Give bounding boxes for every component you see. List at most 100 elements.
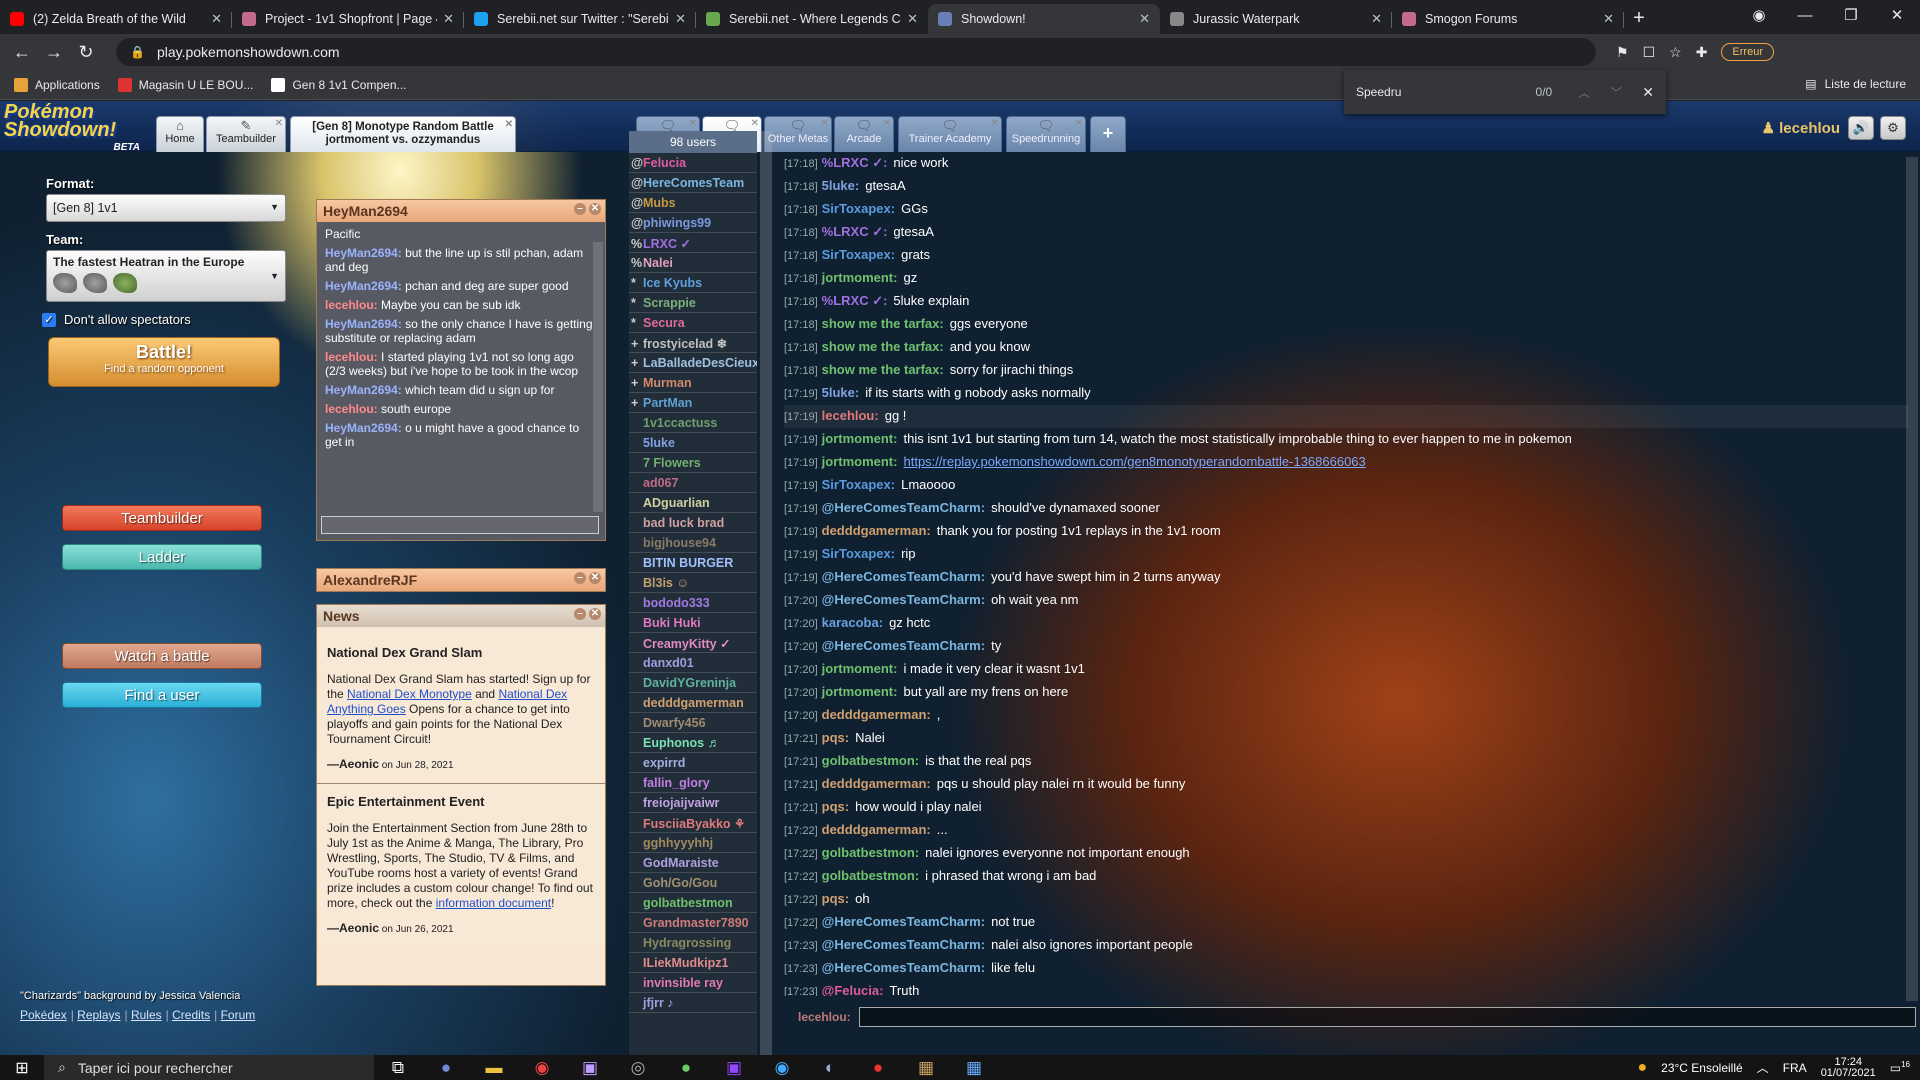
user-list-item[interactable]: CreamyKitty ✓	[629, 633, 757, 653]
pm-input[interactable]	[321, 516, 599, 534]
pm-header[interactable]: AlexandreRJF – ✕	[317, 569, 605, 591]
add-room-button[interactable]: +	[1090, 116, 1126, 152]
user-list-item[interactable]: BITIN BURGER	[629, 553, 757, 573]
chat-sender[interactable]: @HereComesTeamCharm:	[822, 960, 985, 975]
address-bar[interactable]: 🔒 play.pokemonshowdown.com	[116, 38, 1596, 66]
user-list-item[interactable]: invinsible ray	[629, 973, 757, 993]
news-header[interactable]: News – ✕	[317, 605, 605, 627]
star-icon[interactable]: ☆	[1669, 44, 1682, 61]
restore-icon[interactable]: ❐	[1828, 0, 1874, 32]
browser-tab[interactable]: Serebii.net - Where Legends Co ✕	[696, 4, 928, 34]
minimize-icon[interactable]: –	[574, 203, 586, 215]
minimize-icon[interactable]: –	[574, 572, 586, 584]
user-list-item[interactable]: ADguarlian	[629, 493, 757, 513]
chat-sender[interactable]: SirToxapex:	[822, 546, 895, 561]
user-list-item[interactable]: + PartMan	[629, 393, 757, 413]
browser-tab[interactable]: Project - 1v1 Shopfront | Page 4 ✕	[232, 4, 464, 34]
file-explorer-icon[interactable]: ▬	[470, 1058, 518, 1078]
teambuilder-button[interactable]: Teambuilder	[62, 505, 262, 531]
tab-home[interactable]: ⌂ Home	[156, 116, 204, 152]
no-spectators-checkbox[interactable]: ✓ Don't allow spectators	[42, 312, 282, 327]
find-close-icon[interactable]: ✕	[1642, 84, 1654, 101]
puzzle-icon[interactable]: ✚	[1696, 44, 1708, 61]
user-list-item[interactable]: * Scrappie	[629, 293, 757, 313]
user-list-item[interactable]: Grandmaster7890	[629, 913, 757, 933]
chat-sender[interactable]: SirToxapex:	[822, 247, 895, 262]
browser-tab[interactable]: Showdown! ✕	[928, 4, 1160, 34]
close-icon[interactable]: ✕	[907, 11, 918, 27]
close-icon[interactable]: ✕	[589, 608, 601, 620]
user-list-item[interactable]: danxd01	[629, 653, 757, 673]
user-list-item[interactable]: dedddgamerman	[629, 693, 757, 713]
pm-sender[interactable]: lecehlou:	[325, 350, 378, 364]
chat-sender[interactable]: show me the tarfax:	[822, 339, 944, 354]
minimize-icon[interactable]: —	[1782, 0, 1828, 32]
new-tab-icon[interactable]: +	[1624, 4, 1654, 34]
chat-sender[interactable]: @HereComesTeamCharm:	[822, 638, 985, 653]
chat-sender[interactable]: @HereComesTeamCharm:	[822, 914, 985, 929]
chat-sender[interactable]: %LRXC ✓:	[822, 155, 888, 170]
chat-sender[interactable]: jortmoment:	[822, 684, 898, 699]
user-list-item[interactable]: ad067	[629, 473, 757, 493]
chat-sender[interactable]: pqs:	[822, 799, 849, 814]
user-list-item[interactable]: + LaBalladeDesCieux	[629, 353, 757, 373]
close-icon[interactable]: ✕	[211, 11, 222, 27]
chat-sender[interactable]: dedddgamerman:	[822, 523, 931, 538]
bookmark-item[interactable]: Magasin U LE BOU...	[117, 77, 253, 92]
twitch-icon[interactable]: ▣	[710, 1058, 758, 1078]
calculator-icon[interactable]: ▦	[950, 1058, 998, 1078]
chat-sender[interactable]: jortmoment:	[822, 661, 898, 676]
pm-sender[interactable]: lecehlou:	[325, 298, 378, 312]
app-icon[interactable]: ◉	[758, 1058, 806, 1078]
profile-icon[interactable]: ◉	[1736, 0, 1782, 32]
pm-sender[interactable]: lecehlou:	[325, 402, 378, 416]
chat-sender[interactable]: @HereComesTeamCharm:	[822, 592, 985, 607]
user-list-item[interactable]: + Murman	[629, 373, 757, 393]
reading-list[interactable]: ▤ Liste de lecture	[1805, 77, 1906, 91]
find-user-button[interactable]: Find a user	[62, 682, 262, 708]
user-list-item[interactable]: Dwarfy456	[629, 713, 757, 733]
weather-text[interactable]: 23°C Ensoleillé	[1661, 1061, 1743, 1075]
chat-sender[interactable]: golbatbestmon:	[822, 753, 920, 768]
close-icon[interactable]: ✕	[275, 118, 283, 129]
browser-tab[interactable]: Smogon Forums ✕	[1392, 4, 1624, 34]
chat-sender[interactable]: %LRXC ✓:	[822, 293, 888, 308]
user-list-item[interactable]: bad luck brad	[629, 513, 757, 533]
pm-sender[interactable]: HeyMan2694:	[325, 317, 402, 331]
chat-sender[interactable]: jortmoment:	[822, 454, 898, 469]
chat-sender[interactable]: SirToxapex:	[822, 477, 895, 492]
user-list-item[interactable]: Hydragrossing	[629, 933, 757, 953]
footer-link[interactable]: Pokédex	[20, 1008, 67, 1022]
close-icon[interactable]: ✕	[589, 572, 601, 584]
chat-sender[interactable]: lecehlou:	[822, 408, 879, 423]
chat-input[interactable]	[858, 1007, 1916, 1027]
user-list-item[interactable]: Buki Huki	[629, 613, 757, 633]
chat-sender[interactable]: show me the tarfax:	[822, 362, 944, 377]
user-list-item[interactable]: gghhyyyhhj	[629, 833, 757, 853]
back-icon[interactable]: ←	[6, 42, 38, 63]
user-list-item[interactable]: bigjhouse94	[629, 533, 757, 553]
user-list-item[interactable]: 7 Flowers	[629, 453, 757, 473]
app-icon[interactable]: ●	[854, 1058, 902, 1078]
user-list-item[interactable]: jfjrr ♪	[629, 993, 757, 1013]
user-list-item[interactable]: @Mubs	[629, 193, 757, 213]
footer-link[interactable]: Rules	[131, 1008, 162, 1022]
chat-sender[interactable]: pqs:	[822, 891, 849, 906]
task-view-icon[interactable]: ⧉	[374, 1058, 422, 1078]
find-next-icon[interactable]: ﹀	[1610, 84, 1622, 101]
user-list-item[interactable]: DavidYGreninja	[629, 673, 757, 693]
user-list-item[interactable]: FusciiaByakko ⚘	[629, 813, 757, 833]
user-list-item[interactable]: 1v1ccactuss	[629, 413, 757, 433]
format-select[interactable]: [Gen 8] 1v1 ▼	[46, 194, 286, 222]
user-list-item[interactable]: ILiekMudkipz1	[629, 953, 757, 973]
user-list-item[interactable]: + frostyicelad ❄	[629, 333, 757, 353]
user-list-item[interactable]: @Felucia	[629, 153, 757, 173]
chat-sender[interactable]: SirToxapex:	[822, 201, 895, 216]
user-list-item[interactable]: %Nalei	[629, 253, 757, 273]
chat-sender[interactable]: dedddgamerman:	[822, 707, 931, 722]
chat-sender[interactable]: show me the tarfax:	[822, 316, 944, 331]
forward-icon[interactable]: →	[38, 42, 70, 63]
tab-room-arcade[interactable]: ✕ 🗨 Arcade	[834, 116, 894, 152]
chat-sender[interactable]: golbatbestmon:	[822, 868, 920, 883]
chat-sender[interactable]: jortmoment:	[822, 431, 898, 446]
